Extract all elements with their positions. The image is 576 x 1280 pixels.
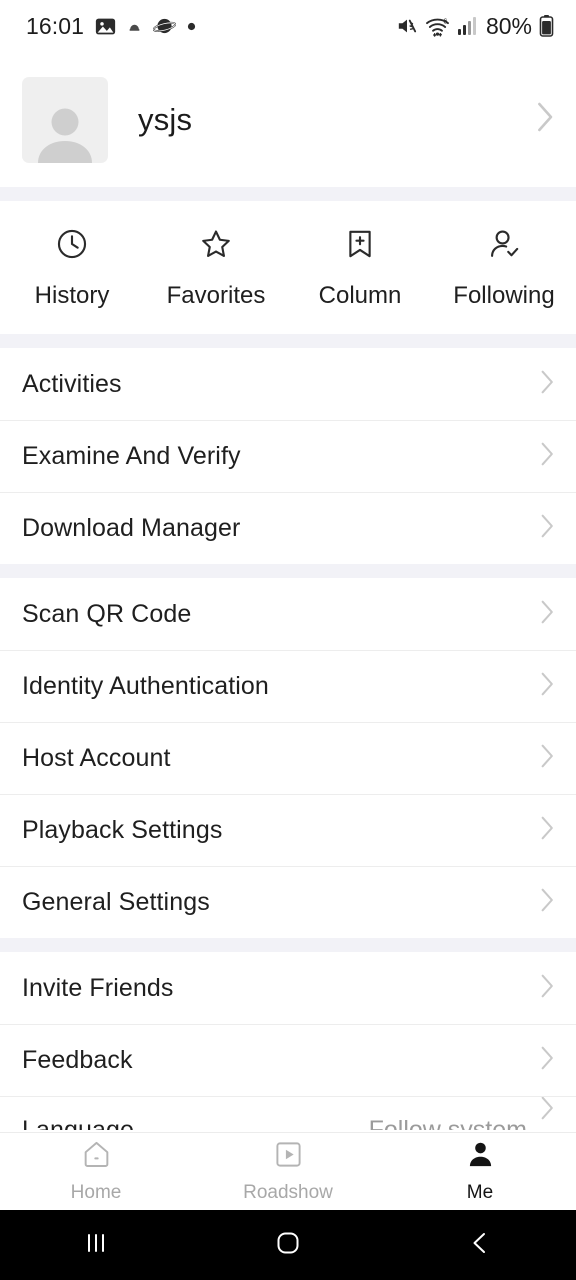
tab-label: Me: [466, 1182, 494, 1203]
mute-icon: [396, 16, 418, 36]
list-item-label: Host Account: [22, 743, 171, 772]
list-item-download-manager[interactable]: Download Manager: [0, 492, 576, 564]
star-icon: [199, 227, 233, 266]
chevron-right-icon: [537, 102, 554, 137]
chevron-right-icon: [541, 744, 554, 773]
tab-roadshow[interactable]: Roadshow: [192, 1139, 384, 1204]
list-item-label: Feedback: [22, 1045, 133, 1074]
status-bar-left: 16:01: [26, 13, 196, 40]
list-item-playback-settings[interactable]: Playback Settings: [0, 794, 576, 866]
list-item-invite-friends[interactable]: Invite Friends: [0, 952, 576, 1024]
chevron-right-icon: [541, 1046, 554, 1075]
list-item-label: Language: [22, 1116, 135, 1131]
list-item-general-settings[interactable]: General Settings: [0, 866, 576, 938]
list-item-label: Playback Settings: [22, 815, 223, 844]
signal-icon: [457, 16, 477, 36]
clock-icon: [55, 227, 89, 266]
list-item-examine-and-verify[interactable]: Examine And Verify: [0, 420, 576, 492]
list-item-label: Identity Authentication: [22, 671, 269, 700]
tab-label: Home: [70, 1182, 122, 1203]
chevron-right-icon: [541, 442, 554, 471]
list-item-label: Activities: [22, 369, 122, 398]
list-item-activities[interactable]: Activities: [0, 348, 576, 420]
image-icon: [95, 16, 116, 37]
list-item-label: Examine And Verify: [22, 441, 241, 470]
list-item-identity-authentication[interactable]: Identity Authentication: [0, 650, 576, 722]
chevron-right-icon: [541, 888, 554, 917]
dot-icon: [187, 22, 196, 31]
status-bar: 16:01 6 80%: [0, 0, 576, 52]
section-separator: [0, 938, 576, 952]
home-button[interactable]: [192, 1229, 384, 1262]
list-item-label: Scan QR Code: [22, 599, 192, 628]
section-separator: [0, 187, 576, 201]
recents-icon: [81, 1230, 111, 1261]
quick-access-following[interactable]: Following: [432, 227, 576, 310]
list-item-language[interactable]: Language Follow system: [0, 1096, 576, 1130]
tab-me[interactable]: Me: [384, 1139, 576, 1204]
profile-name: ysjs: [138, 101, 193, 137]
default-avatar-icon: [38, 108, 92, 163]
list-item-scan-qr-code[interactable]: Scan QR Code: [0, 578, 576, 650]
quick-access-label: History: [34, 282, 110, 309]
tab-home[interactable]: Home: [0, 1139, 192, 1204]
play-square-icon: [273, 1139, 304, 1175]
home-square-icon: [274, 1229, 302, 1262]
quick-access-label: Favorites: [166, 282, 266, 309]
quick-access-column[interactable]: Column: [288, 227, 432, 310]
avatar: [22, 76, 108, 163]
tab-label: Roadshow: [243, 1182, 333, 1203]
bookmark-plus-icon: [343, 227, 377, 266]
list-item-label: Invite Friends: [22, 973, 174, 1002]
account-group: Scan QR Code Identity Authentication Hos…: [0, 578, 576, 938]
quick-access-favorites[interactable]: Favorites: [144, 227, 288, 310]
cloud-icon: [127, 20, 142, 32]
quick-access-row: History Favorites Column Following: [0, 201, 576, 334]
chevron-right-icon: [541, 1096, 554, 1125]
oval-icon: [153, 17, 177, 35]
list-item-label: General Settings: [22, 887, 210, 916]
chevron-right-icon: [541, 672, 554, 701]
list-item-feedback[interactable]: Feedback: [0, 1024, 576, 1096]
section-separator: [0, 564, 576, 578]
section-separator: [0, 334, 576, 348]
content-group: Activities Examine And Verify Download M…: [0, 348, 576, 564]
recents-button[interactable]: [0, 1230, 192, 1261]
bottom-tab-bar: Home Roadshow Me: [0, 1132, 576, 1210]
battery-icon: [539, 15, 554, 37]
system-navigation-bar: [0, 1210, 576, 1280]
profile-header[interactable]: ysjs: [0, 52, 576, 187]
person-check-icon: [487, 227, 521, 266]
list-item-host-account[interactable]: Host Account: [0, 722, 576, 794]
chevron-right-icon: [541, 816, 554, 845]
quick-access-label: Column: [318, 282, 402, 309]
person-filled-icon: [465, 1139, 496, 1175]
battery-percent-label: 80%: [485, 12, 532, 39]
chevron-right-icon: [541, 974, 554, 1003]
phone-screen: 16:01 6 80% ysjs History Favorites Colum…: [0, 0, 576, 1280]
chevron-right-icon: [541, 600, 554, 629]
wifi-icon: 6: [425, 16, 450, 37]
chevron-right-icon: [541, 370, 554, 399]
support-group: Invite Friends Feedback Language Follow …: [0, 952, 576, 1130]
back-button[interactable]: [384, 1229, 576, 1262]
chevron-right-icon: [541, 514, 554, 543]
quick-access-history[interactable]: History: [0, 227, 144, 310]
back-chevron-icon: [466, 1229, 494, 1262]
quick-access-label: Following: [453, 282, 555, 309]
list-item-label: Download Manager: [22, 513, 241, 542]
list-item-value: Follow system: [368, 1116, 527, 1131]
status-bar-right: 6 80%: [396, 13, 554, 40]
home-icon: [80, 1139, 113, 1175]
status-bar-clock: 16:01: [26, 12, 85, 39]
svg-text:6: 6: [443, 16, 447, 25]
